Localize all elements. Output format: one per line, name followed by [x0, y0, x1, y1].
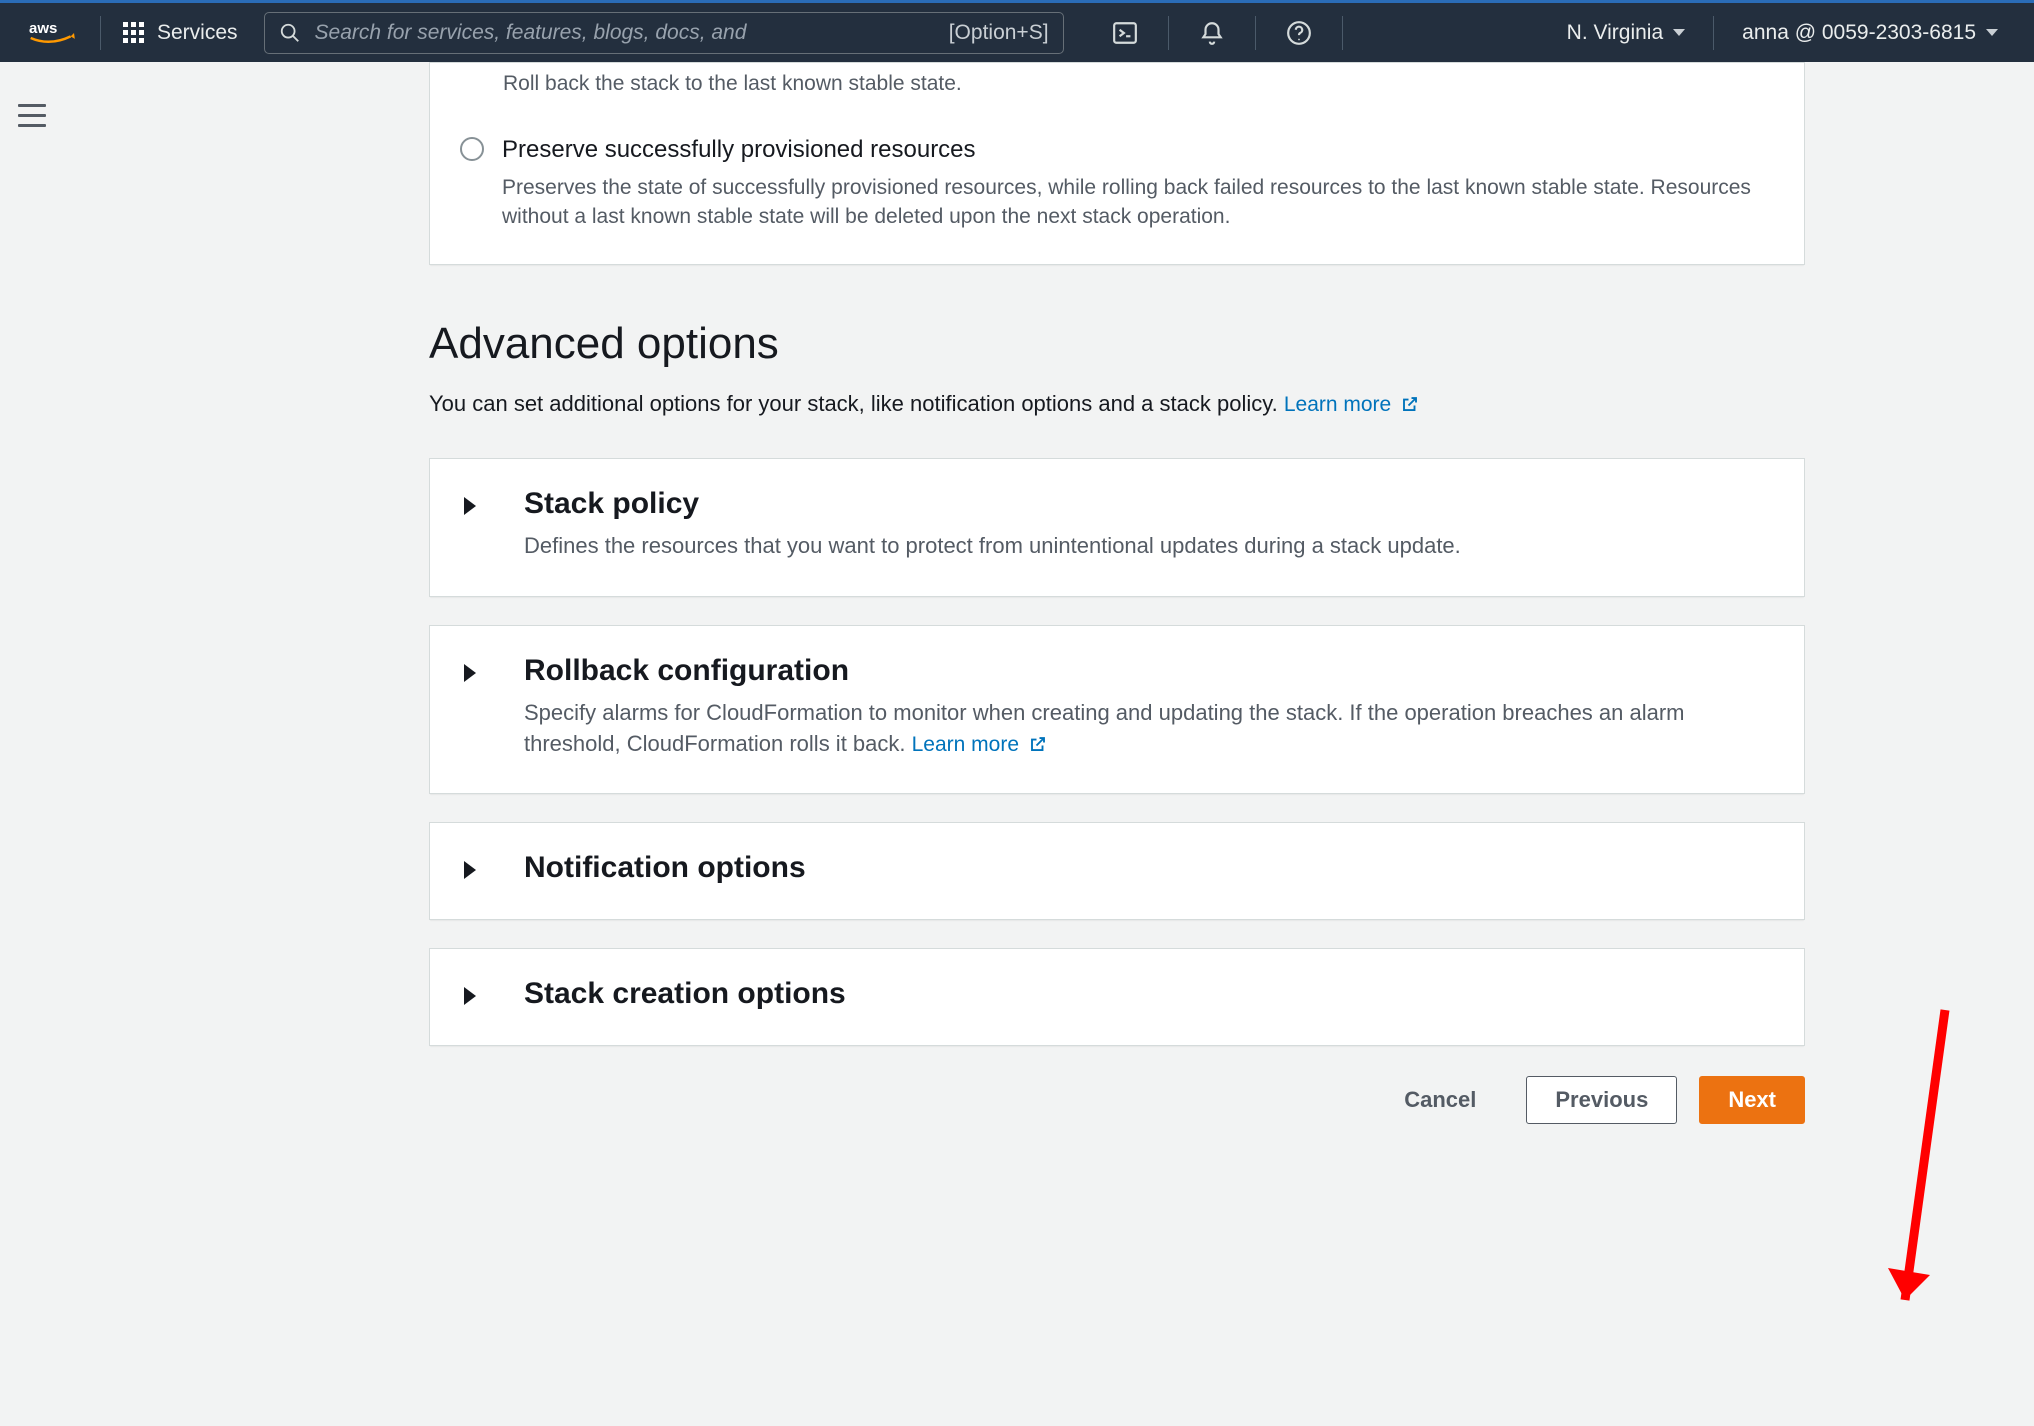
advanced-options-description: You can set additional options for your …: [429, 387, 1805, 421]
cloudshell-button[interactable]: [1088, 3, 1162, 62]
rollback-preserve-option[interactable]: Preserve successfully provisioned resour…: [460, 122, 1774, 231]
help-icon: [1286, 20, 1312, 46]
rollback-config-toggle[interactable]: Rollback configuration Specify alarms fo…: [464, 654, 1770, 760]
nav-divider: [100, 16, 101, 50]
side-nav-toggle[interactable]: [18, 98, 52, 132]
rollback-config-desc: Specify alarms for CloudFormation to mon…: [524, 698, 1770, 760]
grid-icon: [123, 22, 145, 44]
stack-creation-options-title: Stack creation options: [524, 977, 846, 1011]
nav-utility-icons: [1088, 3, 1349, 62]
services-menu-button[interactable]: Services: [107, 3, 254, 62]
account-menu[interactable]: anna @ 0059-2303-6815: [1720, 3, 2020, 62]
wizard-footer: Cancel Previous Next: [429, 1076, 1805, 1164]
caret-right-icon: [464, 664, 476, 682]
help-button[interactable]: [1262, 3, 1336, 62]
advanced-learn-more-link[interactable]: Learn more: [1284, 393, 1419, 416]
top-nav: aws Services Search for services, featur…: [0, 0, 2034, 62]
nav-divider: [1255, 16, 1256, 50]
rollback-opt2-label: Preserve successfully provisioned resour…: [502, 134, 1774, 166]
cloudshell-icon: [1112, 20, 1138, 46]
stack-policy-toggle[interactable]: Stack policy Defines the resources that …: [464, 487, 1770, 562]
region-label: N. Virginia: [1567, 21, 1664, 45]
external-link-icon: [1401, 395, 1419, 413]
notification-options-title: Notification options: [524, 851, 806, 885]
notification-options-expando: Notification options: [429, 822, 1805, 920]
stack-policy-expando: Stack policy Defines the resources that …: [429, 458, 1805, 597]
rollback-opt1-desc: Roll back the stack to the last known st…: [503, 69, 1774, 98]
notifications-button[interactable]: [1175, 3, 1249, 62]
services-label: Services: [157, 21, 238, 45]
caret-down-icon: [1986, 29, 1998, 36]
nav-divider: [1713, 16, 1714, 50]
nav-divider: [1342, 16, 1343, 50]
global-search[interactable]: Search for services, features, blogs, do…: [264, 12, 1064, 54]
rollback-config-expando: Rollback configuration Specify alarms fo…: [429, 625, 1805, 795]
rollback-opt2-desc: Preserves the state of successfully prov…: [502, 173, 1774, 232]
aws-logo[interactable]: aws: [14, 3, 94, 62]
stack-creation-options-expando: Stack creation options: [429, 948, 1805, 1046]
caret-right-icon: [464, 861, 476, 879]
search-shortcut-hint: [Option+S]: [949, 21, 1049, 45]
stack-creation-options-toggle[interactable]: Stack creation options: [464, 977, 1770, 1011]
stack-policy-desc: Defines the resources that you want to p…: [524, 531, 1461, 562]
nav-right: N. Virginia anna @ 0059-2303-6815: [1545, 3, 2020, 62]
external-link-icon: [1029, 735, 1047, 753]
search-placeholder: Search for services, features, blogs, do…: [315, 21, 935, 45]
radio-unchecked-icon[interactable]: [460, 137, 484, 161]
account-label: anna @ 0059-2303-6815: [1742, 21, 1976, 45]
search-icon: [279, 22, 301, 44]
stack-policy-title: Stack policy: [524, 487, 1461, 521]
advanced-options-title: Advanced options: [429, 319, 1805, 369]
rollback-config-learn-more-link[interactable]: Learn more: [912, 733, 1047, 756]
svg-text:aws: aws: [29, 20, 57, 37]
caret-right-icon: [464, 987, 476, 1005]
bell-icon: [1199, 20, 1225, 46]
region-selector[interactable]: N. Virginia: [1545, 3, 1708, 62]
cancel-button[interactable]: Cancel: [1376, 1076, 1504, 1124]
notification-options-toggle[interactable]: Notification options: [464, 851, 1770, 885]
caret-down-icon: [1673, 29, 1685, 36]
previous-button[interactable]: Previous: [1526, 1076, 1677, 1124]
caret-right-icon: [464, 497, 476, 515]
rollback-config-title: Rollback configuration: [524, 654, 1770, 688]
nav-divider: [1168, 16, 1169, 50]
stack-failure-options-panel: Roll back the stack to the last known st…: [429, 62, 1805, 265]
next-button[interactable]: Next: [1699, 1076, 1805, 1124]
